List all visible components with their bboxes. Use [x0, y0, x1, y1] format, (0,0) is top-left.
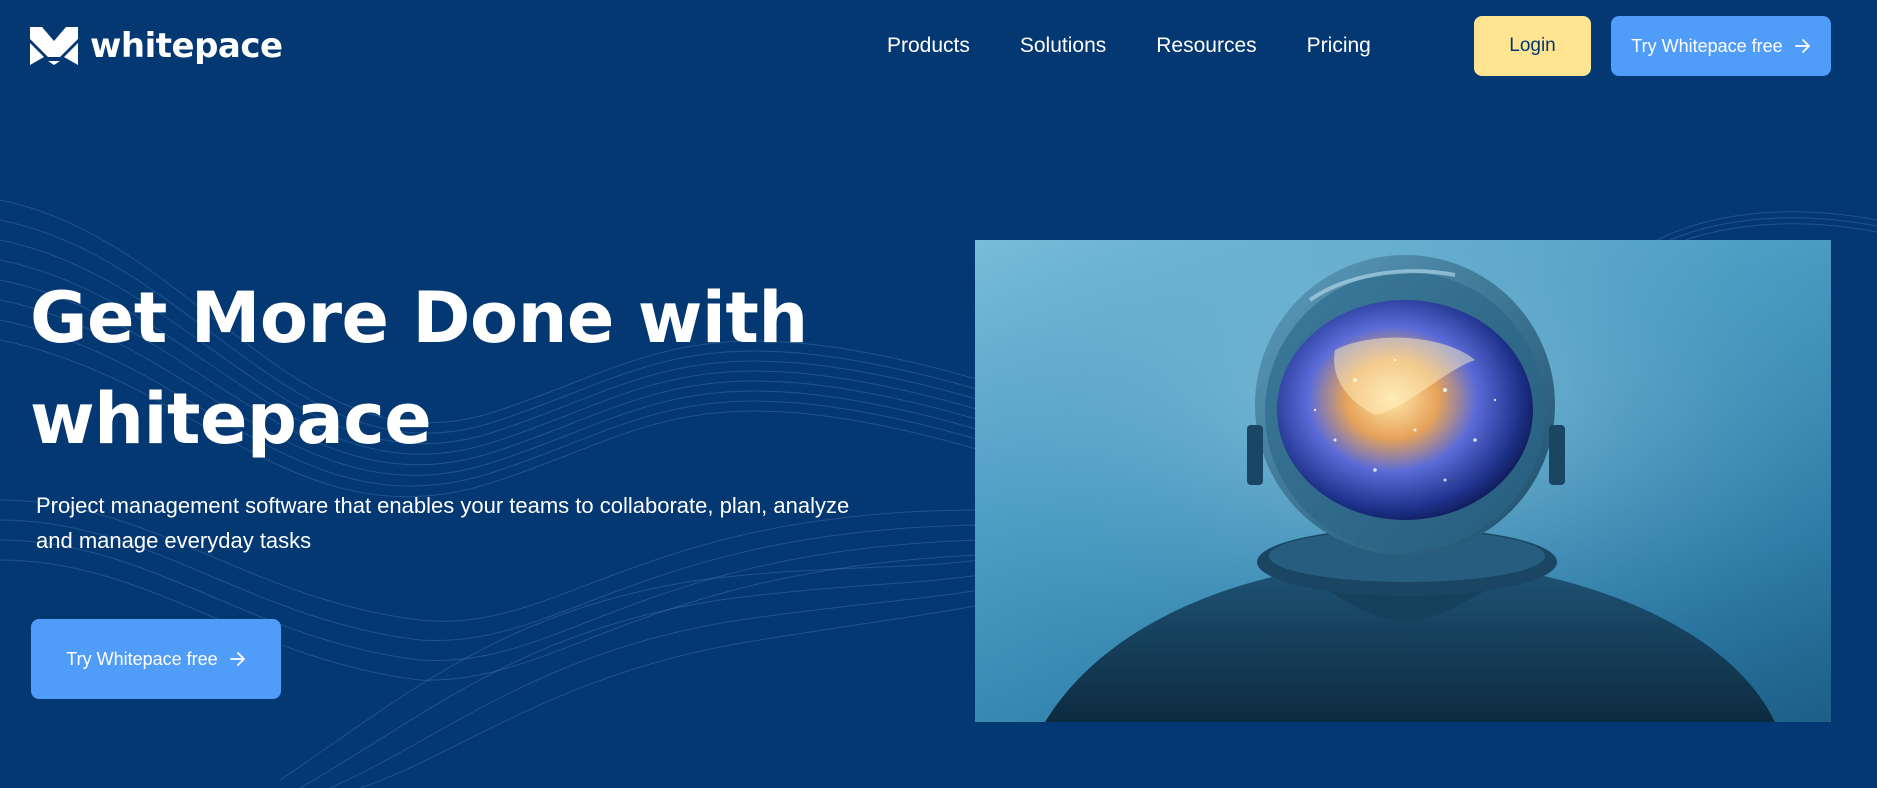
- hero-subtitle: Project management software that enables…: [36, 488, 916, 558]
- try-free-hero-button[interactable]: Try Whitepace free: [31, 619, 281, 699]
- hero-title-line-1: Get More Done with: [30, 277, 808, 359]
- astronaut-illustration: [975, 240, 1831, 722]
- main-nav: Products Solutions Resources Pricing: [887, 32, 1371, 60]
- brand-name: whitepace: [90, 26, 283, 66]
- try-free-header-label: Try Whitepace free: [1631, 35, 1783, 56]
- hero-image-astronaut: [975, 240, 1831, 722]
- nav-item-solutions[interactable]: Solutions: [1020, 34, 1106, 58]
- nav-item-pricing[interactable]: Pricing: [1307, 34, 1371, 58]
- arrow-right-icon: [1794, 39, 1810, 53]
- arrow-right-icon: [229, 652, 245, 666]
- nav-item-products[interactable]: Products: [887, 34, 970, 58]
- login-button-label: Login: [1509, 35, 1556, 56]
- hero-subtitle-line-2: and manage everyday tasks: [36, 528, 312, 553]
- hero-title-line-2: whitepace: [30, 378, 432, 460]
- nav-item-resources[interactable]: Resources: [1156, 34, 1256, 58]
- try-free-hero-label: Try Whitepace free: [66, 648, 218, 669]
- login-button[interactable]: Login: [1474, 16, 1591, 76]
- try-free-header-button[interactable]: Try Whitepace free: [1611, 16, 1831, 76]
- hero-title: Get More Done with whitepace: [30, 268, 910, 470]
- brand-logo[interactable]: whitepace: [30, 26, 283, 66]
- hero-subtitle-line-1: Project management software that enables…: [36, 493, 850, 518]
- whitepace-logo-icon: [30, 27, 78, 65]
- site-header: whitepace Products Solutions Resources P…: [0, 0, 1877, 92]
